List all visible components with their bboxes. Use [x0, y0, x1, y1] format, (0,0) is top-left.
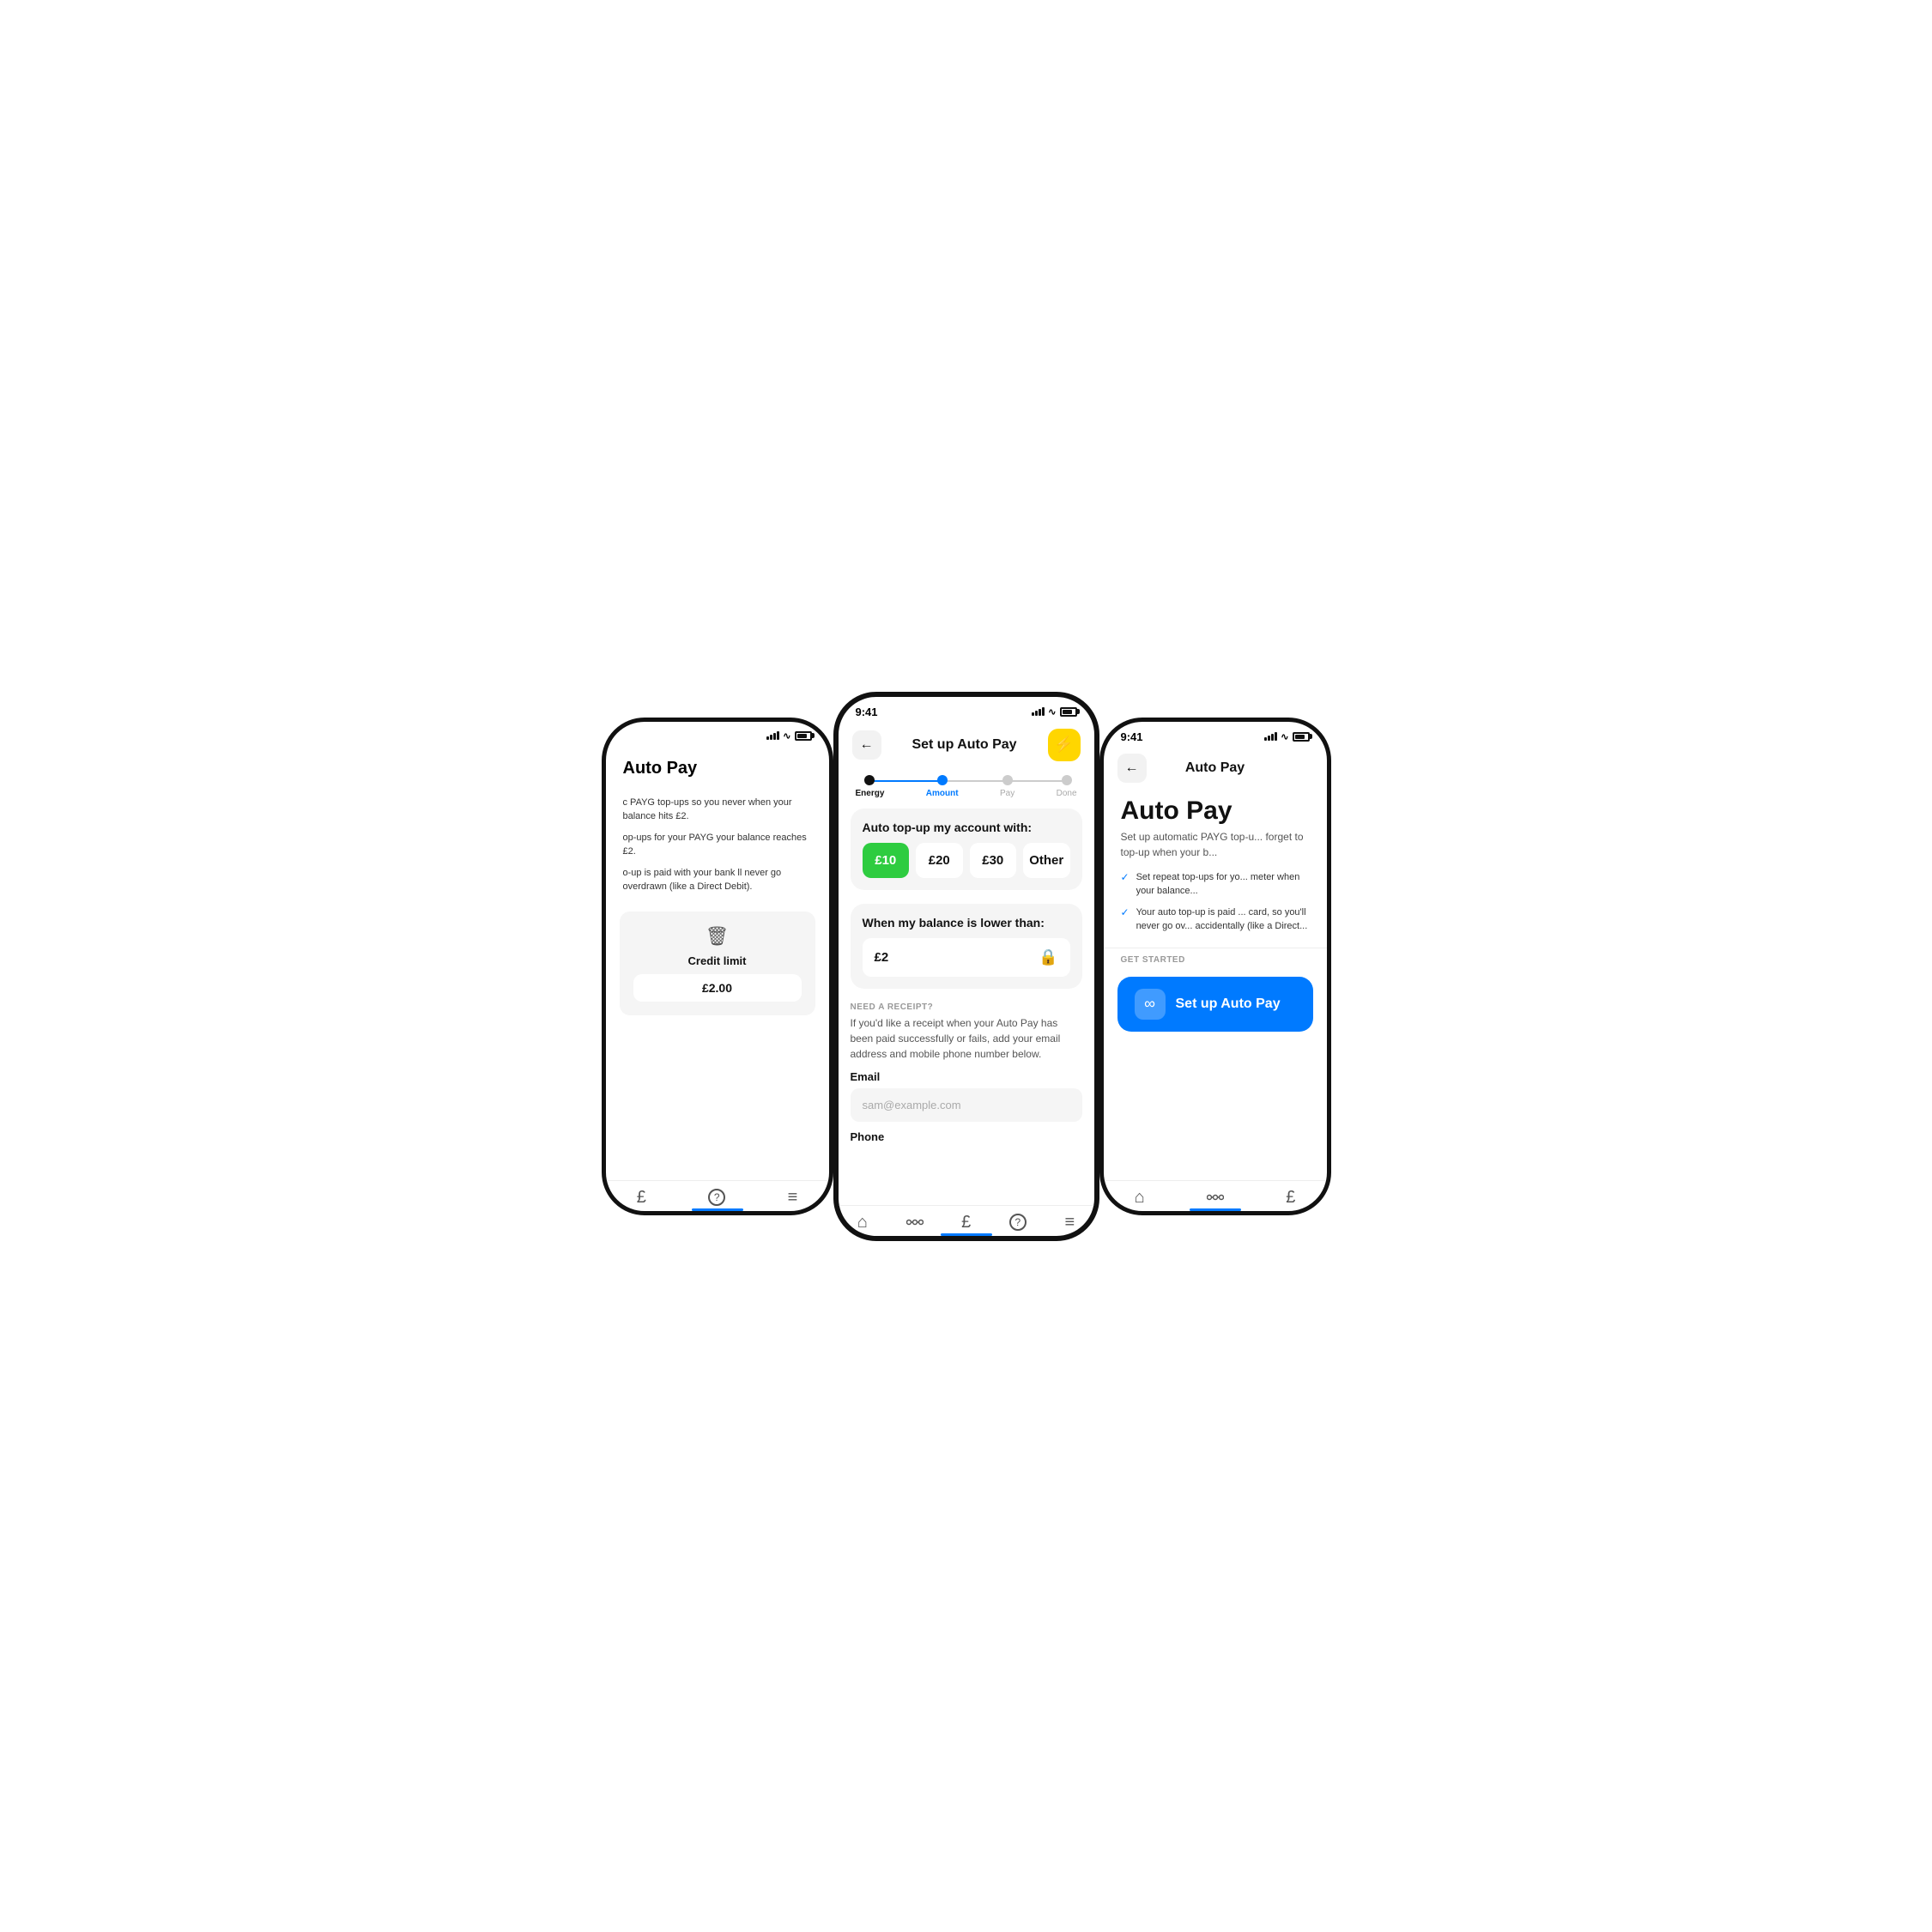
bottom-nav-right: ⌂ £: [1104, 1180, 1327, 1211]
balance-title: When my balance is lower than:: [863, 916, 1070, 930]
center-header: ← Set up Auto Pay ⚡: [839, 722, 1094, 768]
bottom-nav-center: ⌂ £ ? ≡: [839, 1205, 1094, 1236]
wifi-icon-center: ∿: [1048, 706, 1056, 718]
credit-limit-card: 🗑 Credit limit £2.00: [620, 911, 815, 1015]
amount-btn-30[interactable]: £30: [970, 843, 1017, 878]
status-bar-center: 9:41 ∿: [839, 697, 1094, 722]
step-amount: Amount: [926, 775, 959, 798]
amount-btn-20[interactable]: £20: [916, 843, 963, 878]
setup-autopay-button[interactable]: ∞ Set up Auto Pay: [1117, 977, 1313, 1032]
signal-icon-right: [1264, 732, 1277, 741]
phone-left: ∿ Auto Pay c PAYG top-ups so you never w…: [602, 718, 833, 1215]
amount-btn-10[interactable]: £10: [863, 843, 910, 878]
step-dot-energy: [864, 775, 875, 785]
check-icon-1: ✓: [1121, 871, 1130, 883]
step-energy: Energy: [856, 775, 885, 798]
right-content: ← Auto Pay Auto Pay Set up automatic PAY…: [1104, 747, 1327, 1211]
center-content: ← Set up Auto Pay ⚡ Energy Amount: [839, 722, 1094, 1236]
topup-card: Auto top-up my account with: £10 £20 £30…: [851, 809, 1082, 890]
nav-indicator-right: [1190, 1208, 1241, 1211]
back-button-right[interactable]: ←: [1117, 754, 1147, 783]
step-pay: Pay: [1000, 775, 1014, 798]
scene: ∿ Auto Pay c PAYG top-ups so you never w…: [494, 692, 1438, 1241]
nav-indicator: [692, 1208, 743, 1211]
back-button[interactable]: ←: [852, 730, 881, 760]
step-dot-done: [1062, 775, 1072, 785]
signal-icon-center: [1032, 707, 1045, 716]
receipt-label: NEED A RECEIPT?: [851, 1002, 1082, 1012]
status-bar-left: ∿: [606, 722, 829, 745]
wifi-icon: ∿: [783, 730, 790, 742]
time-center: 9:41: [856, 706, 878, 718]
nav-pay-icon-center[interactable]: £: [961, 1213, 971, 1232]
nav-menu-icon-center[interactable]: ≡: [1064, 1213, 1075, 1232]
left-bullets: c PAYG top-ups so you never when your ba…: [606, 785, 829, 905]
get-started-label: GET STARTED: [1104, 948, 1327, 970]
lightning-button[interactable]: ⚡: [1048, 729, 1081, 761]
receipt-text: If you'd like a receipt when your Auto P…: [851, 1015, 1082, 1062]
step-label-amount: Amount: [926, 789, 959, 798]
step-done: Done: [1057, 775, 1077, 798]
nav-home-icon-right[interactable]: ⌂: [1135, 1188, 1145, 1208]
right-bullet-text-1: Set repeat top-ups for yo... meter when …: [1136, 870, 1310, 899]
right-bullet-2: ✓ Your auto top-up is paid ... card, so …: [1121, 905, 1310, 934]
battery-icon-right: [1293, 732, 1310, 742]
phone-right: 9:41 ∿ ← Auto Pay: [1099, 718, 1331, 1215]
left-bullet-2: op-ups for your PAYG your balance reache…: [623, 831, 812, 859]
left-bullet-3: o-up is paid with your bank ll never go …: [623, 866, 812, 894]
right-main-title: Auto Pay: [1104, 790, 1327, 829]
nav-menu-icon[interactable]: ≡: [788, 1188, 798, 1208]
balance-card: When my balance is lower than: £2 🔒: [851, 904, 1082, 989]
step-label-done: Done: [1057, 789, 1077, 798]
check-icon-2: ✓: [1121, 906, 1130, 918]
receipt-section: NEED A RECEIPT? If you'd like a receipt …: [839, 996, 1094, 1155]
right-subtitle: Set up automatic PAYG top-u... forget to…: [1104, 829, 1327, 860]
nav-chart-icon-right[interactable]: [1207, 1191, 1224, 1203]
phone-center: 9:41 ∿ ← Set up Auto Pay: [833, 692, 1099, 1241]
left-bullet-1: c PAYG top-ups so you never when your ba…: [623, 796, 812, 824]
right-bullet-text-2: Your auto top-up is paid ... card, so yo…: [1136, 905, 1310, 934]
signal-icon: [766, 731, 779, 740]
balance-row: £2 🔒: [863, 938, 1070, 977]
nav-help-icon[interactable]: ?: [708, 1189, 725, 1206]
time-right: 9:41: [1121, 730, 1143, 743]
left-content: Auto Pay c PAYG top-ups so you never whe…: [606, 745, 829, 1211]
lock-icon: 🔒: [1039, 948, 1057, 966]
credit-limit-label: Credit limit: [688, 954, 747, 967]
battery-icon: [795, 731, 812, 741]
email-label: Email: [851, 1070, 1082, 1083]
right-bullet-1: ✓ Set repeat top-ups for yo... meter whe…: [1121, 870, 1310, 899]
right-bullets: ✓ Set repeat top-ups for yo... meter whe…: [1104, 860, 1327, 944]
nav-pay-icon[interactable]: £: [637, 1188, 646, 1208]
balance-value: £2: [875, 950, 889, 965]
step-dot-amount: [937, 775, 948, 785]
left-title: Auto Pay: [606, 745, 829, 785]
credit-limit-value: £2.00: [633, 974, 802, 1002]
wifi-icon-right: ∿: [1281, 731, 1288, 742]
amount-btn-other[interactable]: Other: [1023, 843, 1070, 878]
nav-pay-icon-right[interactable]: £: [1286, 1188, 1295, 1208]
step-dot-pay: [1002, 775, 1013, 785]
phone-label: Phone: [851, 1130, 1082, 1143]
trash-icon[interactable]: 🗑: [706, 925, 730, 948]
setup-btn-text: Set up Auto Pay: [1176, 996, 1281, 1012]
center-header-title: Set up Auto Pay: [911, 737, 1016, 753]
nav-help-icon-center[interactable]: ?: [1009, 1214, 1027, 1231]
topup-title: Auto top-up my account with:: [863, 821, 1070, 834]
nav-home-icon-center[interactable]: ⌂: [857, 1213, 868, 1232]
right-header: ← Auto Pay: [1104, 747, 1327, 790]
nav-chart-icon-center[interactable]: [906, 1216, 924, 1228]
bottom-nav-left: £ ? ≡: [606, 1180, 829, 1211]
infinity-icon: ∞: [1135, 989, 1166, 1020]
status-bar-right: 9:41 ∿: [1104, 722, 1327, 747]
step-label-energy: Energy: [856, 789, 885, 798]
steps-row: Energy Amount Pay Done: [839, 768, 1094, 802]
battery-icon-center: [1060, 707, 1077, 717]
right-header-title: Auto Pay: [1185, 760, 1245, 776]
amount-row: £10 £20 £30 Other: [863, 843, 1070, 878]
step-label-pay: Pay: [1000, 789, 1014, 798]
email-input[interactable]: sam@example.com: [851, 1088, 1082, 1122]
nav-indicator-center: [941, 1233, 992, 1236]
